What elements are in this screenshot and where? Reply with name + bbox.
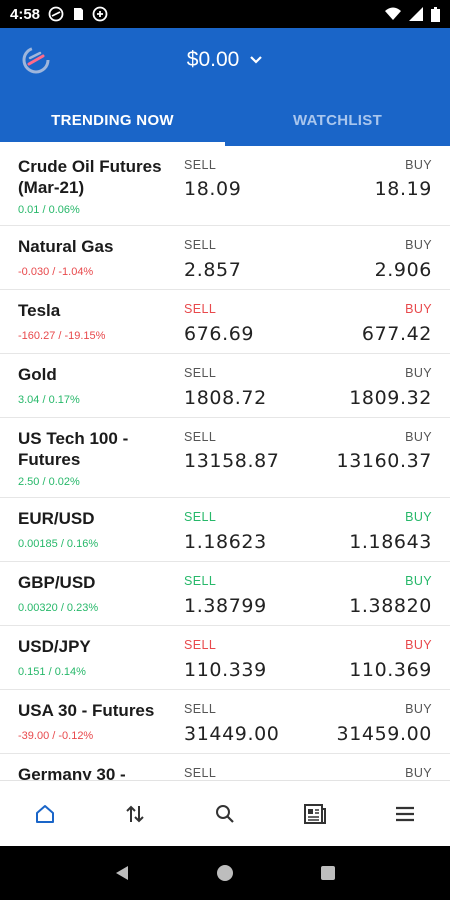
buy-label: BUY xyxy=(405,430,432,444)
buy-label: BUY xyxy=(405,238,432,252)
instrument-name: Germany 30 - xyxy=(18,765,126,780)
instrument-row[interactable]: Germany 30 - SELL BUY xyxy=(0,754,450,780)
instrument-change: 0.00320 / 0.23% xyxy=(18,602,99,614)
app-notification-icon xyxy=(48,6,64,22)
instrument-name: Gold xyxy=(18,365,57,384)
account-balance-selector[interactable]: $0.00 xyxy=(0,48,450,72)
sell-price-button[interactable]: 2.857 xyxy=(184,259,241,281)
instrument-name: USD/JPY xyxy=(18,637,91,656)
instrument-name: US Tech 100 - Futures xyxy=(18,429,129,469)
balance-value: $0.00 xyxy=(186,48,240,71)
sort-arrows-icon xyxy=(126,805,144,822)
instrument-change: 0.00185 / 0.16% xyxy=(18,538,99,550)
bottom-navigation xyxy=(0,780,450,846)
buy-label: BUY xyxy=(405,766,432,780)
instrument-list[interactable]: Crude Oil Futures (Mar-21) 0.01 / 0.06% SE… xyxy=(0,146,450,780)
instrument-change: 2.50 / 0.02% xyxy=(18,476,80,488)
nav-menu[interactable] xyxy=(385,794,425,834)
sell-label: SELL xyxy=(184,302,217,316)
search-icon xyxy=(216,804,234,823)
instrument-change: -0.030 / -1.04% xyxy=(18,266,94,278)
buy-label: BUY xyxy=(405,510,432,524)
home-icon xyxy=(36,804,54,823)
sell-label: SELL xyxy=(184,574,217,588)
battery-icon xyxy=(431,6,440,22)
instrument-change: 0.01 / 0.06% xyxy=(18,204,80,216)
buy-price-button[interactable]: 18.19 xyxy=(375,178,432,200)
instrument-change: -160.27 / -19.15% xyxy=(18,330,106,342)
tab-watchlist[interactable]: WATCHLIST xyxy=(225,102,450,146)
system-navigation-bar xyxy=(0,846,450,900)
app-header: $0.00 TRENDING NOW WATCHLIST xyxy=(0,28,450,146)
buy-price-button[interactable]: 13160.37 xyxy=(337,450,432,472)
menu-icon xyxy=(396,806,414,821)
nav-news[interactable] xyxy=(295,794,335,834)
buy-price-button[interactable]: 677.42 xyxy=(362,323,432,345)
sell-price-button[interactable]: 110.339 xyxy=(184,659,267,681)
sell-price-button[interactable]: 13158.87 xyxy=(184,450,279,472)
nav-search[interactable] xyxy=(205,794,245,834)
status-time: 4:58 xyxy=(10,5,41,23)
instrument-name: Natural Gas xyxy=(18,237,114,256)
recents-icon[interactable] xyxy=(319,864,337,882)
buy-label: BUY xyxy=(405,366,432,380)
buy-price-button[interactable]: 110.369 xyxy=(349,659,432,681)
instrument-name: EUR/USD xyxy=(18,509,95,528)
sell-label: SELL xyxy=(184,510,217,524)
instrument-row[interactable]: Crude Oil Futures (Mar-21) 0.01 / 0.06% SE… xyxy=(0,146,450,226)
nav-trade[interactable] xyxy=(115,794,155,834)
sell-label: SELL xyxy=(184,366,217,380)
sell-price-button[interactable]: 1808.72 xyxy=(184,387,267,409)
sell-label: SELL xyxy=(184,238,217,252)
instrument-name: Crude Oil Futures (Mar-21) xyxy=(18,157,162,197)
wifi-icon xyxy=(385,7,401,20)
back-icon[interactable] xyxy=(113,864,131,882)
buy-price-button[interactable]: 1.38820 xyxy=(349,595,432,617)
sell-label: SELL xyxy=(184,430,217,444)
buy-price-button[interactable]: 1809.32 xyxy=(349,387,432,409)
sell-label: SELL xyxy=(184,702,217,716)
buy-price-button[interactable]: 1.18643 xyxy=(349,531,432,553)
instrument-change: 0.151 / 0.14% xyxy=(18,666,86,678)
instrument-row[interactable]: Natural Gas -0.030 / -1.04% SELL BUY 2.857 2.… xyxy=(0,226,450,290)
status-bar: 4:58 xyxy=(0,0,450,28)
instrument-row[interactable]: USD/JPY 0.151 / 0.14% SELL BUY 110.339 110.36… xyxy=(0,626,450,690)
sell-label: SELL xyxy=(184,766,217,780)
sell-price-button[interactable]: 18.09 xyxy=(184,178,241,200)
sell-price-button[interactable]: 1.38799 xyxy=(184,595,267,617)
buy-label: BUY xyxy=(405,158,432,172)
sell-price-button[interactable]: 676.69 xyxy=(184,323,254,345)
tab-trending-now[interactable]: TRENDING NOW xyxy=(0,102,225,146)
buy-label: BUY xyxy=(405,638,432,652)
chevron-down-icon xyxy=(250,56,262,65)
news-icon xyxy=(304,803,326,824)
sell-price-button[interactable]: 1.18623 xyxy=(184,531,267,553)
instrument-row[interactable]: EUR/USD 0.00185 / 0.16% SELL BUY 1.18623 1.18… xyxy=(0,498,450,562)
instrument-row[interactable]: GBP/USD 0.00320 / 0.23% SELL BUY 1.38799 1.38… xyxy=(0,562,450,626)
instrument-row[interactable]: Gold 3.04 / 0.17% SELL BUY 1808.72 1809.32 xyxy=(0,354,450,418)
signal-icon xyxy=(409,7,423,21)
nav-home[interactable] xyxy=(25,794,65,834)
sell-label: SELL xyxy=(184,638,217,652)
instrument-row[interactable]: Tesla -160.27 / -19.15% SELL BUY 676.69 677.4… xyxy=(0,290,450,354)
instrument-name: Tesla xyxy=(18,301,61,320)
home-circle-icon[interactable] xyxy=(216,864,234,882)
buy-label: BUY xyxy=(405,302,432,316)
instrument-row[interactable]: US Tech 100 - Futures 2.50 / 0.02% SELL BUY… xyxy=(0,418,450,498)
sell-label: SELL xyxy=(184,158,217,172)
buy-label: BUY xyxy=(405,574,432,588)
tab-bar: TRENDING NOW WATCHLIST xyxy=(0,102,450,146)
sd-card-icon xyxy=(74,8,84,20)
instrument-change: 3.04 / 0.17% xyxy=(18,394,80,406)
buy-price-button[interactable]: 2.906 xyxy=(375,259,432,281)
instrument-name: USA 30 - Futures xyxy=(18,701,155,720)
instrument-change: -39.00 / -0.12% xyxy=(18,730,94,742)
data-saver-icon xyxy=(92,6,108,22)
instrument-name: GBP/USD xyxy=(18,573,96,592)
buy-label: BUY xyxy=(405,702,432,716)
instrument-row[interactable]: USA 30 - Futures -39.00 / -0.12% SELL BUY 31… xyxy=(0,690,450,754)
buy-price-button[interactable]: 31459.00 xyxy=(337,723,432,745)
sell-price-button[interactable]: 31449.00 xyxy=(184,723,279,745)
